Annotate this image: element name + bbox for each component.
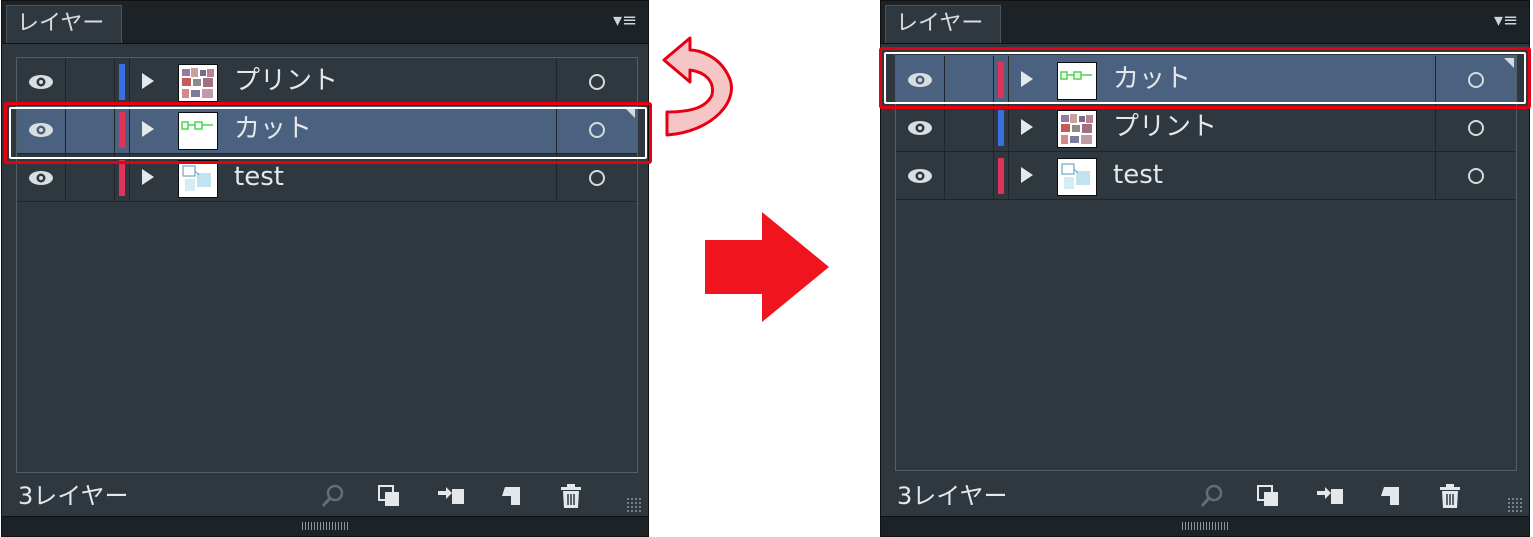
- right-arrow: [705, 212, 829, 322]
- annotation-overlay: [662, 36, 829, 322]
- move-up-arrow: [662, 36, 733, 137]
